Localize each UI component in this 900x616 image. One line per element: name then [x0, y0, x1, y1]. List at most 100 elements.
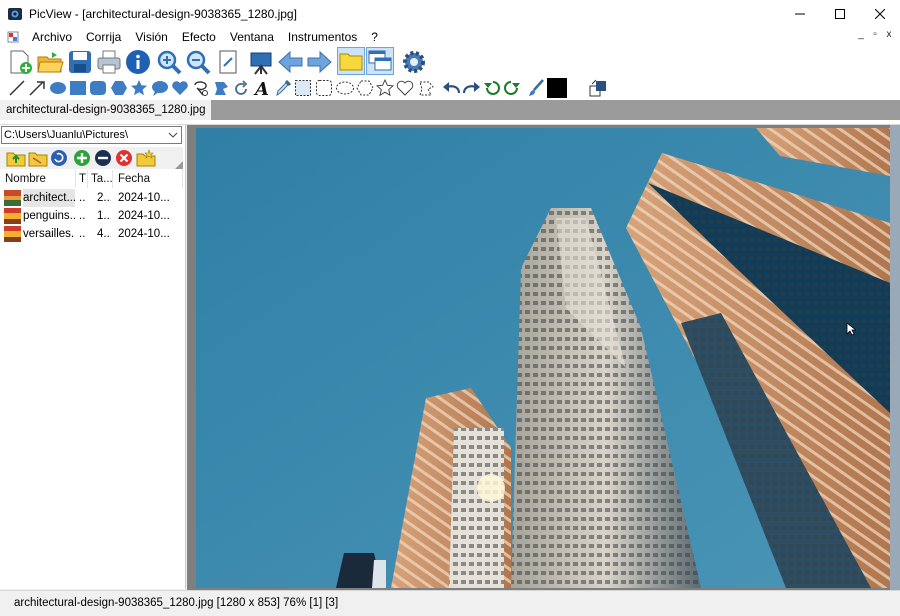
mdi-close-button[interactable]: x [884, 29, 894, 40]
menu-vision[interactable]: Visión [128, 28, 174, 46]
select-free-icon[interactable] [417, 79, 435, 97]
minimize-icon [795, 13, 805, 15]
file-browser-panel: C:\Users\Juanlu\Pictures\ Nombre T Ta...… [0, 125, 186, 589]
title-bar: PicView - [architectural-design-9038365_… [0, 0, 900, 28]
select-heart-icon[interactable] [396, 79, 414, 97]
menu-efecto[interactable]: Efecto [175, 28, 223, 46]
info-icon[interactable] [124, 48, 152, 76]
folder-up-icon[interactable] [6, 149, 26, 167]
document-icon [7, 31, 19, 43]
document-tab-strip: architectural-design-9038365_1280.jpg [0, 100, 900, 120]
file-size: 1... [97, 210, 111, 222]
hexagon-icon[interactable] [110, 79, 128, 97]
brush-icon[interactable] [527, 79, 545, 97]
column-header-size[interactable]: Ta... [88, 170, 113, 188]
resize-grip-icon [175, 161, 183, 169]
heart-icon[interactable] [171, 79, 189, 97]
select-rounded-icon[interactable] [315, 79, 333, 97]
lasso-icon[interactable] [192, 79, 210, 97]
ellipse-icon[interactable] [48, 79, 68, 97]
settings-icon[interactable] [400, 48, 428, 76]
file-type: .. [79, 210, 86, 222]
mdi-minimize-button[interactable]: _ [856, 29, 866, 40]
new-file-icon[interactable] [6, 48, 34, 76]
open-folder-icon[interactable] [36, 48, 64, 76]
svg-text:A: A [253, 79, 269, 98]
save-icon[interactable] [66, 48, 94, 76]
menu-ventana[interactable]: Ventana [223, 28, 281, 46]
star-icon[interactable] [130, 79, 148, 97]
fit-page-icon[interactable] [214, 48, 242, 76]
rotate-icon[interactable] [232, 79, 250, 97]
file-name: penguins... [23, 210, 75, 222]
mdi-controls: _ ▫ x [856, 29, 894, 40]
window-layout-button[interactable] [366, 47, 394, 75]
arrow-icon[interactable] [28, 79, 46, 97]
file-size: 2... [97, 192, 111, 204]
list-item[interactable]: architect... .. 2... 2024-10... [0, 189, 183, 207]
path-combobox[interactable]: C:\Users\Juanlu\Pictures\ [1, 126, 182, 144]
mouse-cursor-icon [846, 322, 856, 336]
close-button[interactable] [860, 0, 900, 28]
menu-archivo[interactable]: Archivo [25, 28, 79, 46]
column-header-type[interactable]: T [76, 170, 88, 188]
column-header-name[interactable]: Nombre [0, 170, 76, 188]
menu-bar: Archivo Corrija Visión Efecto Ventana In… [0, 28, 900, 46]
file-date: 2024-10... [118, 228, 170, 240]
line-icon[interactable] [8, 79, 26, 97]
file-date: 2024-10... [118, 210, 170, 222]
rotate-left-icon[interactable] [483, 79, 501, 97]
text-icon[interactable]: A [253, 78, 271, 98]
select-ellipse-icon[interactable] [335, 79, 355, 97]
menu-help[interactable]: ? [364, 28, 385, 46]
file-size: 4... [97, 228, 111, 240]
folder-open-icon[interactable] [28, 149, 48, 167]
zoom-in-icon[interactable] [155, 48, 183, 76]
rectangle-icon[interactable] [69, 79, 87, 97]
add-icon[interactable] [73, 149, 91, 167]
select-star-icon[interactable] [376, 79, 394, 97]
menu-instrumentos[interactable]: Instrumentos [281, 28, 364, 46]
file-name: architect... [23, 189, 75, 207]
drawing-toolbar: A [0, 76, 900, 100]
background-color-swatch[interactable] [568, 78, 588, 98]
remove-icon[interactable] [94, 149, 112, 167]
redo-icon[interactable] [462, 79, 482, 97]
folder-panel-button[interactable] [337, 47, 365, 75]
select-rect-icon[interactable] [294, 79, 312, 97]
image-viewer[interactable] [187, 125, 900, 590]
file-type: .. [79, 192, 86, 204]
select-hexagon-icon[interactable] [356, 79, 374, 97]
undo-icon[interactable] [441, 79, 461, 97]
path-value: C:\Users\Juanlu\Pictures\ [4, 129, 129, 141]
minimize-button[interactable] [780, 0, 820, 28]
zoom-out-icon[interactable] [184, 48, 212, 76]
main-toolbar [0, 46, 900, 76]
speech-bubble-icon[interactable] [151, 79, 169, 97]
column-header-date[interactable]: Fecha [113, 170, 183, 188]
delete-icon[interactable] [115, 149, 133, 167]
tab-active-image[interactable]: architectural-design-9038365_1280.jpg [0, 100, 212, 120]
rounded-rect-icon[interactable] [89, 79, 107, 97]
menu-corrija[interactable]: Corrija [79, 28, 128, 46]
list-item[interactable]: penguins... .. 1... 2024-10... [0, 207, 183, 225]
new-folder-icon[interactable] [136, 149, 156, 167]
freeform-icon[interactable] [212, 79, 230, 97]
slideshow-icon[interactable] [247, 48, 275, 76]
vertical-scrollbar[interactable] [890, 125, 900, 590]
list-item[interactable]: versailles... .. 4... 2024-10... [0, 225, 183, 243]
rotate-right-icon[interactable] [503, 79, 521, 97]
next-icon[interactable] [305, 48, 333, 76]
mdi-restore-button[interactable]: ▫ [870, 29, 880, 40]
swap-colors-icon[interactable] [589, 78, 607, 98]
foreground-color-swatch[interactable] [547, 78, 567, 98]
previous-icon[interactable] [277, 48, 305, 76]
eyedropper-icon[interactable] [274, 79, 292, 97]
refresh-icon[interactable] [50, 149, 68, 167]
status-text: architectural-design-9038365_1280.jpg [1… [14, 597, 339, 609]
image-thumbnail-icon [4, 190, 21, 206]
file-date: 2024-10... [118, 192, 170, 204]
print-icon[interactable] [95, 48, 123, 76]
close-icon [875, 9, 885, 19]
maximize-button[interactable] [820, 0, 860, 28]
